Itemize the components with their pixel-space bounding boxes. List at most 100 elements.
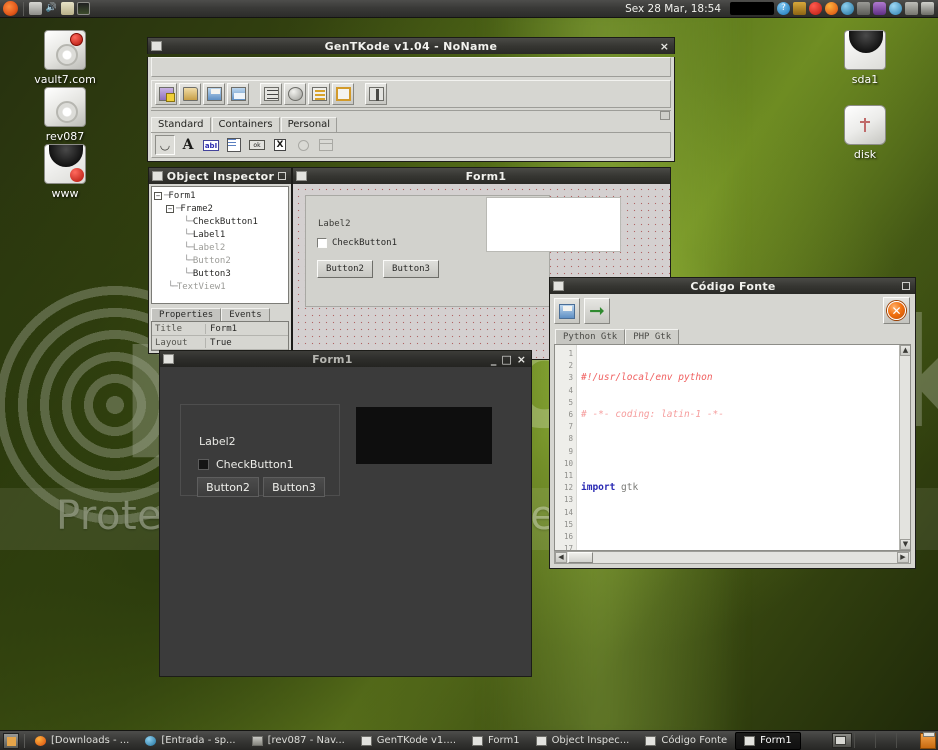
runtime-checkbutton1[interactable]: CheckButton1 xyxy=(198,458,294,471)
property-row[interactable]: Title Form1 xyxy=(152,322,288,336)
expander-icon[interactable]: − xyxy=(154,191,162,200)
save-as-button[interactable] xyxy=(227,83,249,105)
window-menu-icon[interactable] xyxy=(151,41,162,51)
generate-button[interactable]: ➞ xyxy=(584,298,610,324)
open-file-button[interactable] xyxy=(179,83,201,105)
workspace-switcher[interactable] xyxy=(832,733,852,748)
window-menu-icon[interactable] xyxy=(553,281,564,291)
list-button[interactable] xyxy=(308,83,330,105)
scroll-down-icon[interactable]: ▼ xyxy=(900,539,910,550)
close-icon[interactable]: × xyxy=(660,40,669,53)
workspace-cell[interactable] xyxy=(896,733,917,748)
taskbar-item-entrada[interactable]: [Entrada - sp... xyxy=(137,732,243,750)
gentkode-titlebar[interactable]: GenTKode v1.04 - NoName × xyxy=(147,37,675,54)
tree-item-label1[interactable]: └─Label1 xyxy=(154,229,286,242)
code-lines[interactable]: #!/usr/local/env python # -*- coding: la… xyxy=(577,345,910,550)
save-button[interactable] xyxy=(203,83,225,105)
tree-item-form1[interactable]: − ─Form1 xyxy=(154,190,286,203)
separator-tool[interactable] xyxy=(316,135,336,155)
disc-icon[interactable] xyxy=(889,2,902,15)
grid-icon[interactable] xyxy=(905,2,918,15)
form1-runtime-titlebar[interactable]: Form1 _ □ × xyxy=(159,350,532,367)
maximize-icon[interactable] xyxy=(902,282,910,290)
code-horizontal-scrollbar[interactable]: ◀ ▶ xyxy=(554,551,911,564)
runtime-textview1[interactable] xyxy=(356,407,492,464)
codigo-fonte-titlebar[interactable]: Código Fonte xyxy=(549,277,916,294)
new-file-button[interactable] xyxy=(155,83,177,105)
tab-python-gtk[interactable]: Python Gtk xyxy=(555,329,626,344)
close-icon[interactable]: × xyxy=(517,353,526,366)
radiobutton-tool[interactable] xyxy=(293,135,313,155)
window-menu-icon[interactable] xyxy=(296,171,307,181)
system-settings-icon[interactable] xyxy=(29,2,42,15)
desktop-icon-vault7[interactable]: vault7.com xyxy=(25,30,105,86)
design-textview1[interactable] xyxy=(486,197,621,252)
power-icon[interactable] xyxy=(809,2,822,15)
taskbar-item-form1-designer[interactable]: Form1 xyxy=(464,732,528,750)
code-vertical-scrollbar[interactable]: ▲ ▼ xyxy=(899,345,910,550)
tab-events[interactable]: Events xyxy=(221,308,270,321)
taskbar-item-form1-runtime[interactable]: Form1 xyxy=(735,731,801,750)
tab-standard[interactable]: Standard xyxy=(151,117,211,132)
file-manager-icon[interactable] xyxy=(61,2,74,15)
desktop-icon-disk[interactable]: disk xyxy=(825,105,905,161)
minimize-icon[interactable]: _ xyxy=(491,353,497,366)
window-list-icon[interactable] xyxy=(921,2,934,15)
terminal-icon[interactable] xyxy=(77,2,90,15)
property-row[interactable]: Layout True xyxy=(152,336,288,350)
trash-icon[interactable] xyxy=(920,731,936,749)
design-label2[interactable]: Label2 xyxy=(318,219,351,229)
tree-item-label2[interactable]: └─Label2 xyxy=(154,242,286,255)
maximize-icon[interactable] xyxy=(278,172,286,180)
tree-item-textview1[interactable]: └─TextView1 xyxy=(154,281,286,294)
workspace-cell[interactable] xyxy=(854,733,875,748)
property-value[interactable]: True xyxy=(206,338,232,348)
taskbar-item-object-inspector[interactable]: Object Inspec... xyxy=(528,732,638,750)
scroll-right-icon[interactable]: ▶ xyxy=(897,552,909,563)
firefox-icon[interactable] xyxy=(825,2,838,15)
runtime-button2[interactable]: Button2 xyxy=(197,477,259,497)
tab-php-gtk[interactable]: PHP Gtk xyxy=(625,329,680,344)
object-inspector-titlebar[interactable]: Object Inspector xyxy=(148,167,292,184)
taskbar-item-gentkode[interactable]: GenTKode v1.... xyxy=(353,732,464,750)
design-button3[interactable]: Button3 xyxy=(383,260,439,278)
form1-designer-titlebar[interactable]: Form1 xyxy=(292,167,671,184)
ubuntu-logo-icon[interactable] xyxy=(3,1,18,16)
user-icon[interactable] xyxy=(873,2,886,15)
volume-icon[interactable]: 🔊 xyxy=(45,2,58,15)
close-button[interactable]: ✕ xyxy=(883,297,910,324)
network-icon[interactable] xyxy=(841,2,854,15)
tree-item-button2[interactable]: └─Button2 xyxy=(154,255,286,268)
desktop-icon-sda1[interactable]: sda1 xyxy=(825,30,905,86)
design-checkbutton1[interactable]: CheckButton1 xyxy=(317,238,397,248)
window-menu-icon[interactable] xyxy=(152,171,163,181)
maximize-icon[interactable]: □ xyxy=(501,353,511,366)
tab-personal[interactable]: Personal xyxy=(280,117,338,132)
button-tool[interactable]: ok xyxy=(247,135,267,155)
tree-item-checkbutton1[interactable]: └─CheckButton1 xyxy=(154,216,286,229)
clock[interactable]: Sex 28 Mar, 18:54 xyxy=(619,3,727,15)
help-icon[interactable]: ? xyxy=(777,2,790,15)
entry-tool[interactable]: abI xyxy=(201,135,221,155)
workspace-cell[interactable] xyxy=(875,733,896,748)
checkbox-icon[interactable] xyxy=(198,459,209,470)
object-inspector-window[interactable]: Object Inspector − ─Form1 − ─Frame2 └─Chec… xyxy=(148,167,292,354)
window-menu-icon[interactable] xyxy=(163,354,174,364)
desktop-icon-www[interactable]: www xyxy=(25,144,105,200)
scroll-up-icon[interactable]: ▲ xyxy=(900,345,910,356)
codigo-fonte-window[interactable]: Código Fonte ➞ ✕ Python Gtk PHP Gtk 1 2 … xyxy=(549,277,916,569)
checkbutton-tool[interactable]: X xyxy=(270,135,290,155)
expander-icon[interactable]: − xyxy=(166,204,174,213)
tree-item-button3[interactable]: └─Button3 xyxy=(154,268,286,281)
window-button[interactable] xyxy=(332,83,354,105)
camera-icon[interactable] xyxy=(857,2,870,15)
design-button2[interactable]: Button2 xyxy=(317,260,373,278)
show-desktop-button[interactable] xyxy=(3,732,19,749)
desktop-icon-rev087[interactable]: rev087 xyxy=(25,87,105,143)
form1-runtime-window[interactable]: Form1 _ □ × Label2 CheckButton1 Button2 … xyxy=(159,350,532,677)
messaging-icon[interactable] xyxy=(793,2,806,15)
properties-button[interactable] xyxy=(260,83,282,105)
taskbar-item-downloads[interactable]: [Downloads - ... xyxy=(27,732,137,750)
textview-tool[interactable] xyxy=(224,135,244,155)
gentkode-menubar[interactable] xyxy=(151,57,671,77)
